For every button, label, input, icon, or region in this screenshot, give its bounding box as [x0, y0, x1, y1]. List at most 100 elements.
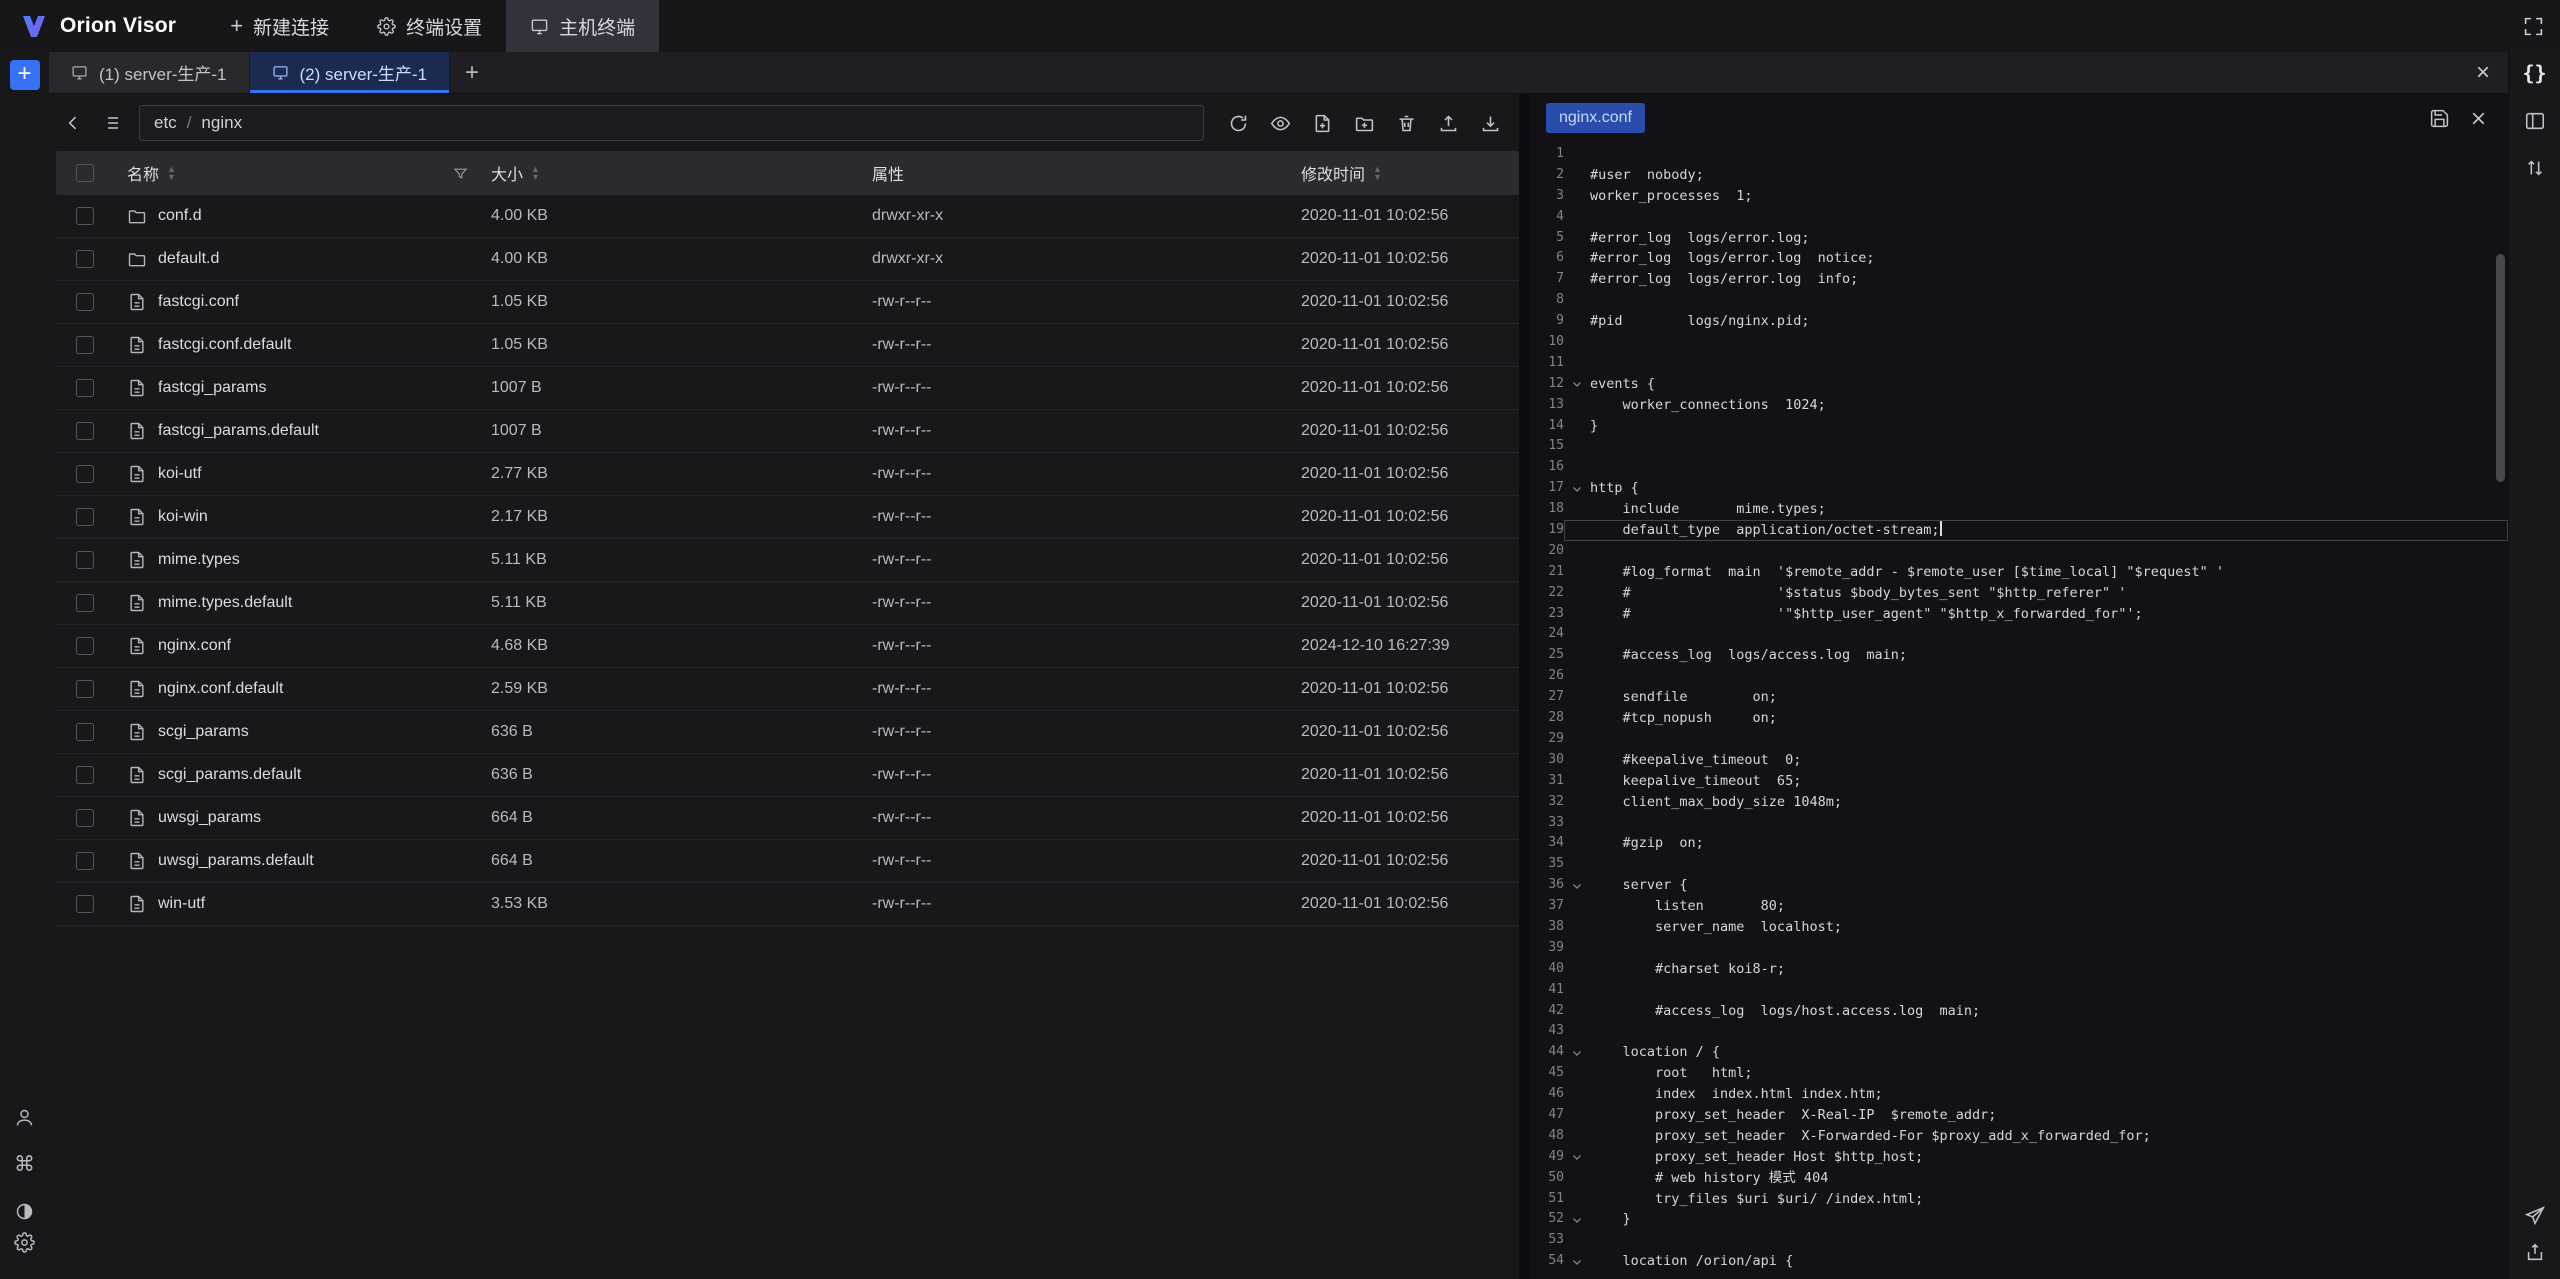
code-line[interactable]: 32 client_max_body_size 1048m; — [1530, 792, 2508, 813]
sort-arrows-icon[interactable]: ▲▼ — [531, 165, 540, 181]
file-row[interactable]: fastcgi_params.default1007 B-rw-r--r--20… — [56, 410, 1519, 453]
send-icon[interactable] — [2524, 1205, 2546, 1227]
code-line[interactable]: 38 server_name localhost; — [1530, 917, 2508, 938]
row-checkbox[interactable] — [76, 508, 94, 526]
file-name[interactable]: nginx.conf.default — [158, 680, 283, 698]
file-row[interactable]: nginx.conf.default2.59 KB-rw-r--r--2020-… — [56, 668, 1519, 711]
code-line[interactable]: 44 location / { — [1530, 1042, 2508, 1063]
column-header-mtime[interactable]: 修改时间 ▲▼ — [1288, 161, 1519, 185]
file-name[interactable]: fastcgi.conf.default — [158, 336, 291, 354]
file-name[interactable]: fastcgi_params — [158, 379, 267, 397]
row-checkbox[interactable] — [76, 379, 94, 397]
row-checkbox[interactable] — [76, 637, 94, 655]
braces-editor-icon[interactable]: {} — [2522, 61, 2546, 85]
code-line[interactable]: 25 #access_log logs/access.log main; — [1530, 645, 2508, 666]
code-line[interactable]: 26 — [1530, 666, 2508, 687]
code-line[interactable]: 49 proxy_set_header Host $http_host; — [1530, 1147, 2508, 1168]
back-button[interactable] — [59, 109, 87, 137]
code-line[interactable]: 52 } — [1530, 1209, 2508, 1230]
code-line[interactable]: 46 index index.html index.htm; — [1530, 1084, 2508, 1105]
code-line[interactable]: 14} — [1530, 416, 2508, 437]
fullscreen-button[interactable] — [2507, 0, 2560, 52]
code-line[interactable]: 28 #tcp_nopush on; — [1530, 708, 2508, 729]
file-row[interactable]: mime.types.default5.11 KB-rw-r--r--2020-… — [56, 582, 1519, 625]
code-line[interactable]: 11 — [1530, 353, 2508, 374]
row-checkbox[interactable] — [76, 852, 94, 870]
file-row[interactable]: koi-win2.17 KB-rw-r--r--2020-11-01 10:02… — [56, 496, 1519, 539]
row-checkbox[interactable] — [76, 895, 94, 913]
code-line[interactable]: 24 — [1530, 624, 2508, 645]
code-line[interactable]: 17http { — [1530, 478, 2508, 499]
fold-chevron-icon[interactable] — [1564, 1042, 1590, 1063]
breadcrumb-segment[interactable]: nginx — [201, 113, 242, 133]
file-name[interactable]: mime.types.default — [158, 594, 292, 612]
code-line[interactable]: 18 include mime.types; — [1530, 499, 2508, 520]
new-terminal-button[interactable]: + — [10, 60, 40, 90]
code-line[interactable]: 20 — [1530, 541, 2508, 562]
row-checkbox[interactable] — [76, 422, 94, 440]
breadcrumb[interactable]: etc / nginx — [139, 105, 1204, 141]
close-editor-button[interactable] — [2465, 105, 2492, 132]
row-checkbox[interactable] — [76, 766, 94, 784]
new-file-icon[interactable] — [1308, 109, 1337, 138]
row-checkbox[interactable] — [76, 465, 94, 483]
code-line[interactable]: 48 proxy_set_header X-Forwarded-For $pro… — [1530, 1126, 2508, 1147]
row-checkbox[interactable] — [76, 594, 94, 612]
fold-chevron-icon[interactable] — [1564, 478, 1590, 499]
list-view-icon[interactable] — [97, 109, 125, 137]
file-name[interactable]: fastcgi_params.default — [158, 422, 319, 440]
code-line[interactable]: 1 — [1530, 144, 2508, 165]
nav-new-connection[interactable]: + 新建连接 — [206, 0, 353, 52]
file-row[interactable]: fastcgi.conf1.05 KB-rw-r--r--2020-11-01 … — [56, 281, 1519, 324]
code-line[interactable]: 4 — [1530, 207, 2508, 228]
sort-arrows-icon[interactable]: ▲▼ — [167, 165, 176, 181]
code-line[interactable]: 51 try_files $uri $uri/ /index.html; — [1530, 1189, 2508, 1210]
layout-panel-icon[interactable] — [2524, 110, 2546, 132]
file-name[interactable]: default.d — [158, 250, 219, 268]
export-box-icon[interactable] — [2524, 1241, 2546, 1263]
code-line[interactable]: 43 — [1530, 1021, 2508, 1042]
editor-scrollbar[interactable] — [2496, 254, 2505, 482]
code-line[interactable]: 23 # '"$http_user_agent" "$http_x_forwar… — [1530, 604, 2508, 625]
file-row[interactable]: default.d4.00 KBdrwxr-xr-x2020-11-01 10:… — [56, 238, 1519, 281]
download-icon[interactable] — [1476, 109, 1505, 138]
code-line[interactable]: 8 — [1530, 290, 2508, 311]
code-line[interactable]: 27 sendfile on; — [1530, 687, 2508, 708]
upload-icon[interactable] — [1434, 109, 1463, 138]
code-line[interactable]: 36 server { — [1530, 875, 2508, 896]
file-name[interactable]: win-utf — [158, 895, 205, 913]
code-line[interactable]: 15 — [1530, 436, 2508, 457]
fold-chevron-icon[interactable] — [1564, 1147, 1590, 1168]
file-row[interactable]: scgi_params.default636 B-rw-r--r--2020-1… — [56, 754, 1519, 797]
sort-arrows-icon[interactable]: ▲▼ — [1373, 165, 1382, 181]
code-line[interactable]: 6#error_log logs/error.log notice; — [1530, 248, 2508, 269]
code-line[interactable]: 41 — [1530, 980, 2508, 1001]
code-line[interactable]: 5#error_log logs/error.log; — [1530, 228, 2508, 249]
file-row[interactable]: fastcgi_params1007 B-rw-r--r--2020-11-01… — [56, 367, 1519, 410]
nav-terminal-settings[interactable]: 终端设置 — [353, 0, 506, 52]
file-name[interactable]: mime.types — [158, 551, 240, 569]
column-header-name[interactable]: 名称 ▲▼ — [114, 161, 478, 185]
row-checkbox[interactable] — [76, 551, 94, 569]
terminal-tab[interactable]: (1) server-生产-1 — [49, 52, 250, 93]
file-row[interactable]: mime.types5.11 KB-rw-r--r--2020-11-01 10… — [56, 539, 1519, 582]
trash-icon[interactable] — [1392, 109, 1421, 138]
code-line[interactable]: 22 # '$status $body_bytes_sent "$http_re… — [1530, 583, 2508, 604]
code-line[interactable]: 7#error_log logs/error.log info; — [1530, 269, 2508, 290]
fold-chevron-icon[interactable] — [1564, 374, 1590, 395]
file-row[interactable]: scgi_params636 B-rw-r--r--2020-11-01 10:… — [56, 711, 1519, 754]
code-line[interactable]: 9#pid logs/nginx.pid; — [1530, 311, 2508, 332]
new-tab-button[interactable]: + — [450, 52, 494, 93]
refresh-icon[interactable] — [1224, 109, 1253, 138]
code-line[interactable]: 33 — [1530, 813, 2508, 834]
panel-resize-handle[interactable] — [1519, 94, 1530, 1279]
select-all-checkbox[interactable] — [76, 164, 94, 182]
user-icon[interactable] — [14, 1107, 35, 1128]
file-name[interactable]: scgi_params.default — [158, 766, 301, 784]
row-checkbox[interactable] — [76, 293, 94, 311]
code-line[interactable]: 31 keepalive_timeout 65; — [1530, 771, 2508, 792]
file-row[interactable]: uwsgi_params664 B-rw-r--r--2020-11-01 10… — [56, 797, 1519, 840]
code-line-active[interactable]: 19 default_type application/octet-stream… — [1530, 520, 2508, 541]
code-line[interactable]: 40 #charset koi8-r; — [1530, 959, 2508, 980]
row-checkbox[interactable] — [76, 809, 94, 827]
